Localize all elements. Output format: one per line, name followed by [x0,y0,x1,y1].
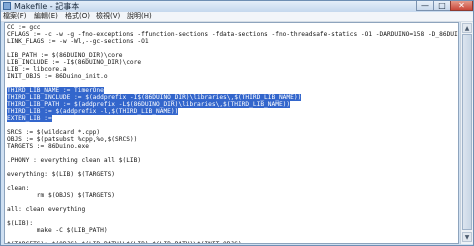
code-line: OBJS := $(patsubst %cpp,%o,$(SRCS)) [7,136,137,143]
code-line: THIRD_LIB_INCLUDE := $(addprefix -I$(86D… [7,94,302,101]
menu-help[interactable]: 說明(H) [127,12,152,21]
notepad-app-icon [3,2,11,10]
code-line-text: CC := gcc [7,24,41,31]
code-line-text: SRCS := $(wildcard *.cpp) [7,129,101,136]
code-line-text: CFLAGS := -c -w -g -fno-exceptions -ffun… [7,31,459,38]
code-line-text: LIB_PATH := $(86DUINO_DIR)\core [7,52,123,59]
code-line-text: everything: $(LIB) $(TARGETS) [7,171,116,178]
code-line: all: clean everything [7,206,85,213]
code-line: THIRD_LIB_PATH := $(addprefix -L$(86DUIN… [7,101,291,108]
minimize-button[interactable]: — [416,1,434,11]
window-title: Makefile - 記事本 [14,2,80,11]
code-line-text: $(LIB): [7,220,34,227]
scroll-thumb[interactable] [462,34,472,230]
menu-format[interactable]: 格式(O) [65,12,90,21]
code-line: rm $(OBJS) $(TARGETS) [7,192,115,199]
code-line-text: rm $(OBJS) $(TARGETS) [7,192,116,199]
code-line: everything: $(LIB) $(TARGETS) [7,171,115,178]
code-line-text: OBJS := $(patsubst %cpp,%o,$(SRCS)) [7,136,138,143]
scroll-up-arrow-icon[interactable]: ▲ [462,23,472,33]
code-line: clean: [7,185,29,192]
menu-view[interactable]: 檢視(V) [96,12,120,21]
code-line-text: $(TARGETS): $(OBJS) $(LIB_PATH)\$(LIB) $… [7,241,242,243]
code-line: THIRD_LIB_NAME := TimerOne [7,87,104,94]
code-line-text: THIRD_LIB := $(addprefix -l,$(THIRD_LIB_… [7,108,179,115]
code-line: make -C $(LIB_PATH) [7,227,108,234]
code-line: LIB := libcore.a [7,66,67,73]
code-line: CC := gcc [7,24,41,31]
code-line: $(LIB): [7,220,33,227]
maximize-button[interactable]: □ [433,1,451,11]
code-line: TARGETS := 86Duino.exe [7,143,89,150]
code-line-text: THIRD_LIB_INCLUDE := $(addprefix -I$(86D… [7,94,302,101]
code-line: SRCS := $(wildcard *.cpp) [7,129,100,136]
code-line: INIT_OBJS := 86Duino_init.o [7,73,108,80]
code-line-text: all: clean everything [7,206,86,213]
code-line-text: LIB := libcore.a [7,66,67,73]
code-line: LIB_INCLUDE := -I$(86DUINO_DIR)\core [7,59,141,66]
title-bar[interactable]: Makefile - 記事本 — □ ✕ [1,1,473,12]
scroll-down-arrow-icon[interactable]: ▼ [462,232,472,242]
code-line-text: EXTEN_LIB := [7,115,52,122]
notepad-window: Makefile - 記事本 — □ ✕ 檔案(F) 編輯(E) 格式(O) 檢… [0,0,474,246]
code-line-text: INIT_OBJS := 86Duino_init.o [7,73,108,80]
code-line-text: make -C $(LIB_PATH) [7,227,108,234]
code-line: CFLAGS := -c -w -g -fno-exceptions -ffun… [7,31,459,38]
code-line-text: LINK_FLAGS := -w -Wl,--gc-sections -O1 [7,38,149,45]
code-line: $(TARGETS): $(OBJS) $(LIB_PATH)\$(LIB) $… [7,241,242,243]
menu-edit[interactable]: 編輯(E) [34,12,58,21]
code-line: THIRD_LIB := $(addprefix -l,$(THIRD_LIB_… [7,108,179,115]
code-line-text: THIRD_LIB_NAME := TimerOne [7,87,104,94]
code-line-text: TARGETS := 86Duino.exe [7,143,89,150]
code-line-text: LIB_INCLUDE := -I$(86DUINO_DIR)\core [7,59,142,66]
code-line: EXTEN_LIB := [7,115,52,122]
menu-file[interactable]: 檔案(F) [3,12,27,21]
close-button[interactable]: ✕ [450,1,473,11]
code-line: .PHONY : everything clean all $(LIB) [7,157,141,164]
code-line-text: clean: [7,185,30,192]
vertical-scrollbar[interactable]: ▲ ▼ [460,22,473,244]
code-line: LIB_PATH := $(86DUINO_DIR)\core [7,52,122,59]
code-line: LINK_FLAGS := -w -Wl,--gc-sections -O1 [7,38,149,45]
menu-bar: 檔案(F) 編輯(E) 格式(O) 檢視(V) 說明(H) [1,12,473,22]
text-editor-area[interactable]: CC := gcc CFLAGS := -c -w -g -fno-excepti… [4,22,459,244]
code-line-text: THIRD_LIB_PATH := $(addprefix -L$(86DUIN… [7,101,291,108]
code-line-text: .PHONY : everything clean all $(LIB) [7,157,142,164]
